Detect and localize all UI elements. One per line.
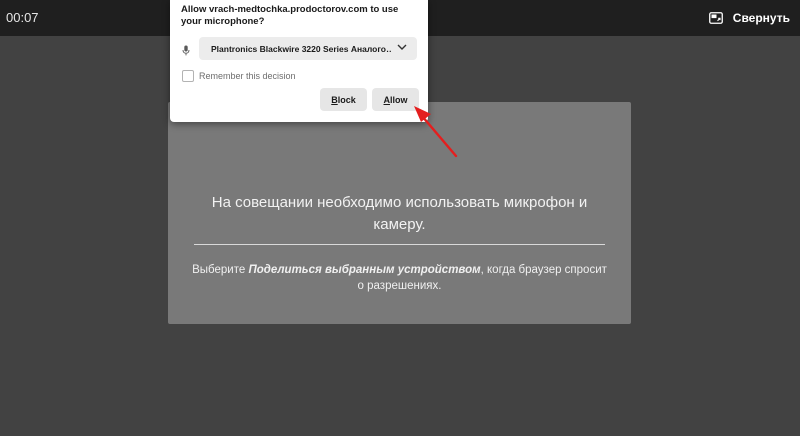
allow-button[interactable]: Allow [372,88,419,111]
card-divider [194,244,605,245]
card-hint: Выберите Поделиться выбранным устройство… [188,262,611,294]
microphone-permission-popup: Allow vrach-medtochka.prodoctorov.com to… [170,0,428,122]
device-permission-card: На совещании необходимо использовать мик… [168,102,631,324]
allow-button-label: Allow [383,94,408,105]
card-hint-emphasis: Поделиться выбранным устройством [248,264,481,276]
minimize-button[interactable]: Свернуть [708,8,790,28]
call-timer: 00:07 [6,10,39,25]
microphone-device-select[interactable]: Plantronics Blackwire 3220 Series Аналог… [199,37,417,60]
chevron-down-icon [397,44,407,50]
microphone-icon [182,45,190,56]
card-message: На совещании необходимо использовать мик… [211,194,588,233]
remember-decision-label: Remember this decision [199,71,296,81]
microphone-icon-container [182,43,190,61]
picture-in-picture-icon [708,12,723,24]
card-hint-prefix: Выберите [192,264,249,276]
selected-device: Plantronics Blackwire 3220 Series Аналог… [211,43,391,54]
block-button[interactable]: Block [320,88,367,111]
minimize-label: Свернуть [732,11,790,25]
remember-decision-checkbox[interactable] [182,70,194,82]
remember-decision-row[interactable]: Remember this decision [182,70,296,82]
block-button-label: Block [331,94,356,105]
permission-title: Allow vrach-medtochka.prodoctorov.com to… [181,4,399,27]
